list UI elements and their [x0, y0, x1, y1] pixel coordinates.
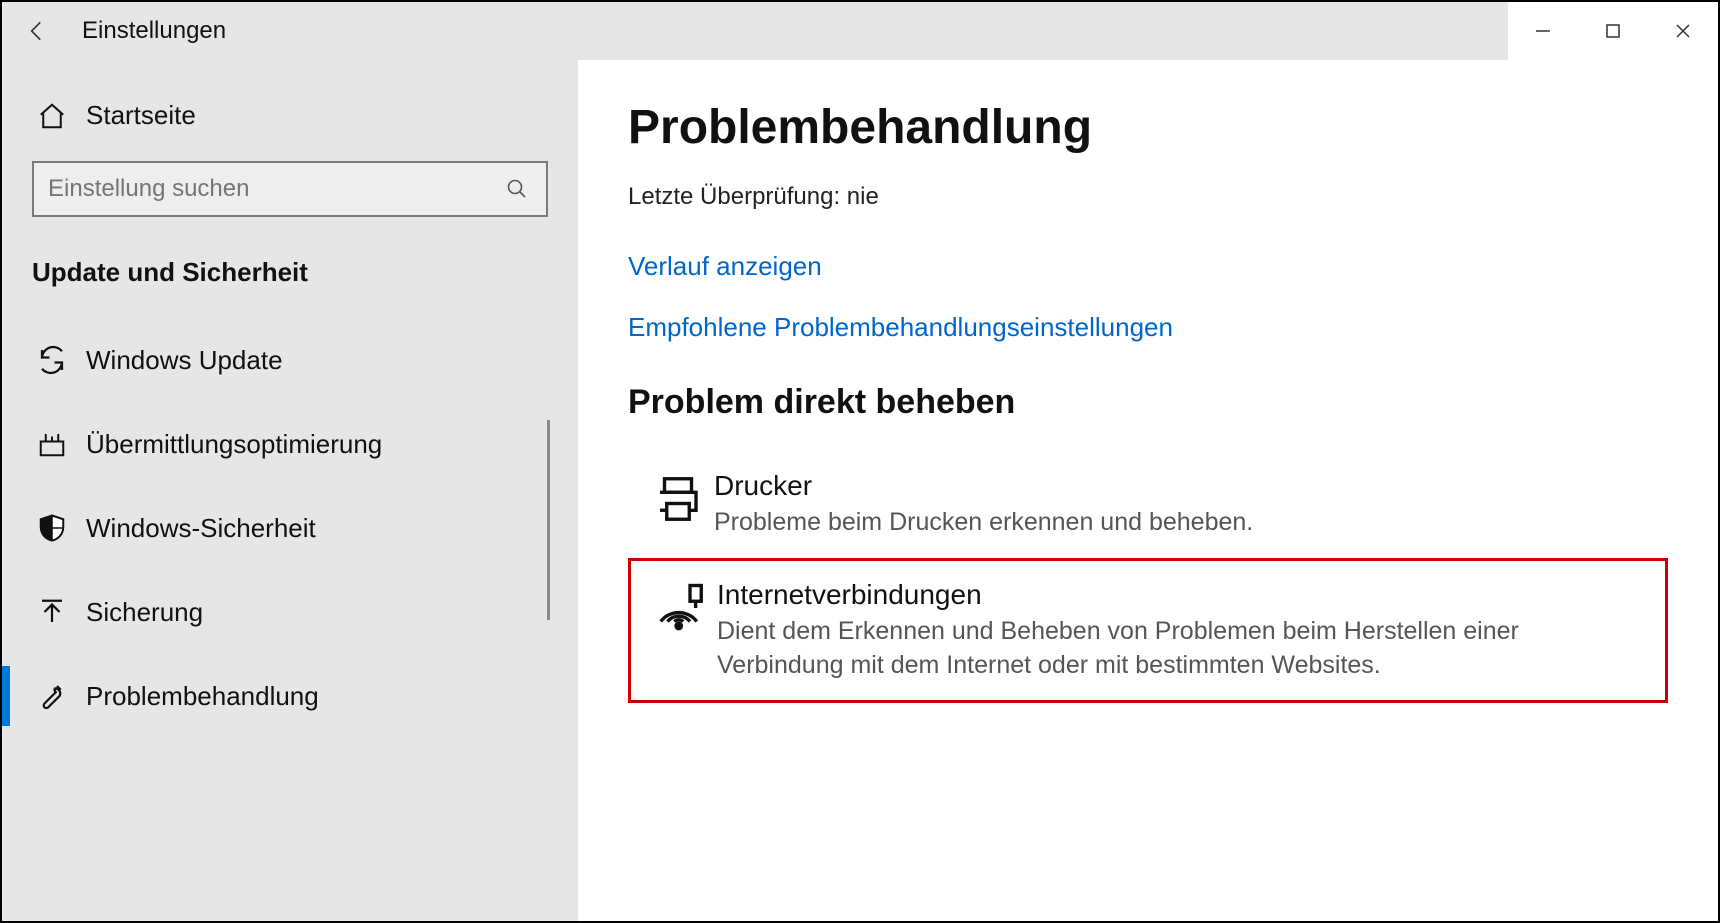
- troubleshooter-text: Drucker Probleme beim Drucken erkennen u…: [714, 470, 1654, 540]
- shield-icon: [32, 513, 72, 543]
- sidebar-item-windows-security[interactable]: Windows-Sicherheit: [2, 486, 578, 570]
- backup-icon: [32, 597, 72, 627]
- sidebar-item-label: Windows-Sicherheit: [72, 513, 316, 544]
- maximize-icon: [1604, 22, 1622, 40]
- sidebar-item-label: Windows Update: [72, 345, 283, 376]
- delivery-icon: [32, 429, 72, 459]
- printer-icon: [642, 470, 714, 526]
- sidebar-item-delivery-optimization[interactable]: Übermittlungsoptimierung: [2, 402, 578, 486]
- search-wrap: [2, 161, 578, 247]
- troubleshooter-title: Drucker: [714, 470, 1654, 502]
- minimize-icon: [1534, 22, 1552, 40]
- troubleshooter-printer[interactable]: Drucker Probleme beim Drucken erkennen u…: [628, 452, 1668, 558]
- minimize-button[interactable]: [1508, 2, 1578, 60]
- main-content: Problembehandlung Letzte Überprüfung: ni…: [578, 60, 1718, 921]
- search-icon: [502, 177, 532, 201]
- troubleshooter-desc: Dient dem Erkennen und Beheben von Probl…: [717, 615, 1547, 683]
- window-body: Startseite Update und Sicherheit: [2, 60, 1718, 921]
- sidebar-scrollbar[interactable]: [547, 420, 550, 620]
- close-button[interactable]: [1648, 2, 1718, 60]
- sidebar-item-label: Übermittlungsoptimierung: [72, 429, 382, 460]
- home-label: Startseite: [72, 100, 196, 131]
- last-check-text: Letzte Überprüfung: nie: [628, 183, 1668, 211]
- link-recommended-settings[interactable]: Empfohlene Problembehandlungseinstellung…: [628, 312, 1668, 343]
- link-view-history[interactable]: Verlauf anzeigen: [628, 251, 1668, 282]
- sidebar-item-backup[interactable]: Sicherung: [2, 570, 578, 654]
- sidebar-item-label: Problembehandlung: [72, 681, 319, 712]
- home-button[interactable]: Startseite: [2, 100, 578, 161]
- sidebar-item-label: Sicherung: [72, 597, 203, 628]
- search-box[interactable]: [32, 161, 548, 217]
- close-icon: [1674, 22, 1692, 40]
- titlebar: Einstellungen: [2, 2, 1718, 60]
- back-button[interactable]: [2, 2, 72, 60]
- sidebar-nav: Windows Update Übermittlungsoptimierung: [2, 318, 578, 738]
- troubleshooter-desc: Probleme beim Drucken erkennen und beheb…: [714, 506, 1544, 540]
- sidebar-section-header: Update und Sicherheit: [2, 247, 578, 318]
- page-title: Problembehandlung: [628, 100, 1668, 155]
- sidebar-item-troubleshoot[interactable]: Problembehandlung: [2, 654, 578, 738]
- arrow-left-icon: [24, 18, 50, 44]
- network-icon: [645, 579, 717, 635]
- troubleshooter-text: Internetverbindungen Dient dem Erkennen …: [717, 579, 1651, 683]
- home-icon: [32, 101, 72, 131]
- refresh-icon: [32, 345, 72, 375]
- troubleshooter-internet[interactable]: Internetverbindungen Dient dem Erkennen …: [628, 558, 1668, 704]
- sidebar-item-windows-update[interactable]: Windows Update: [2, 318, 578, 402]
- maximize-button[interactable]: [1578, 2, 1648, 60]
- troubleshooter-title: Internetverbindungen: [717, 579, 1651, 611]
- wrench-icon: [32, 681, 72, 711]
- sidebar: Startseite Update und Sicherheit: [2, 60, 578, 921]
- settings-window: Einstellungen Startseite: [0, 0, 1720, 923]
- search-input[interactable]: [48, 175, 502, 203]
- sub-header: Problem direkt beheben: [628, 383, 1668, 422]
- window-title: Einstellungen: [72, 17, 226, 45]
